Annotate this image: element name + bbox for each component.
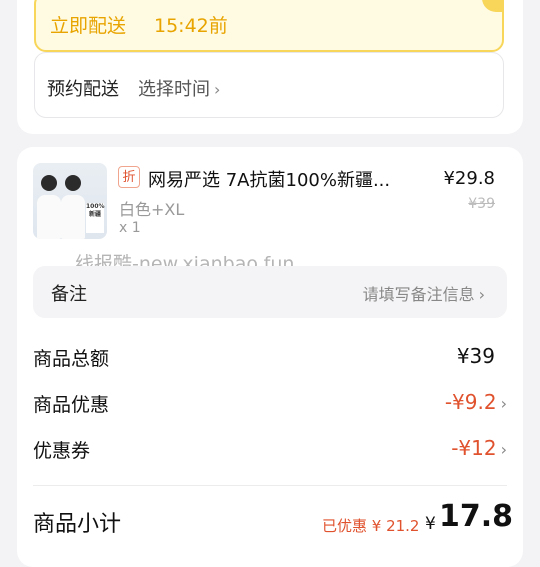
instant-delivery-label: 立即配送	[50, 15, 127, 37]
selected-corner-badge	[482, 0, 504, 12]
model-body-right	[61, 195, 85, 239]
product-price: ¥29.8	[443, 168, 495, 189]
scheduled-delivery-label: 预约配送	[47, 79, 119, 100]
remark-placeholder: 请填写备注信息	[362, 285, 475, 304]
goods-discount-value: -¥9.2	[444, 390, 497, 414]
remark-label: 备注	[51, 284, 87, 305]
divider	[33, 485, 507, 486]
remark-field[interactable]: 备注 请填写备注信息 ›	[33, 266, 507, 318]
model-head-left	[41, 175, 57, 191]
select-time-text: 选择时间	[138, 79, 210, 100]
goods-discount-label: 商品优惠	[33, 394, 110, 416]
subtotal-currency: ¥	[425, 514, 436, 534]
product-title[interactable]: 网易严选 7A抗菌100%新疆...	[148, 166, 390, 192]
coupon-row[interactable]: 优惠券 -¥12 ›	[33, 436, 507, 466]
product-spec: 白色+XL	[119, 200, 185, 219]
product-image-label: 100% 新疆	[86, 203, 105, 233]
coupon-value: -¥12	[451, 436, 497, 460]
instant-delivery-time: 15:42前	[154, 15, 228, 37]
chevron-right-icon: ›	[214, 80, 221, 99]
remark-hint-group: 请填写备注信息 ›	[363, 281, 485, 305]
select-time-group: 选择时间 ›	[138, 75, 220, 101]
saved-amount-text: 已优惠 ¥ 21.2	[322, 517, 420, 535]
goods-total-label: 商品总额	[33, 348, 110, 370]
model-body-left	[37, 195, 61, 239]
scheduled-delivery-option[interactable]: 预约配送 选择时间 ›	[34, 52, 504, 118]
chevron-right-icon: ›	[500, 394, 507, 413]
coupon-group: -¥12 ›	[451, 436, 507, 460]
product-quantity: x 1	[119, 220, 141, 236]
model-head-right	[65, 175, 81, 191]
product-image[interactable]: 100% 新疆	[33, 163, 107, 239]
delivery-card: 立即配送 15:42前 预约配送 选择时间 ›	[17, 0, 523, 134]
product-original-price: ¥39	[468, 196, 495, 212]
subtotal-label: 商品小计	[33, 512, 122, 537]
subtotal-value: 17.8	[439, 499, 514, 534]
chevron-right-icon: ›	[478, 285, 485, 304]
goods-discount-row[interactable]: 商品优惠 -¥9.2 ›	[33, 390, 507, 420]
image-tag-line2: 新疆	[88, 211, 101, 218]
goods-total-value: ¥39	[456, 344, 495, 368]
order-card: 100% 新疆 折 网易严选 7A抗菌100%新疆... 白色+XL x 1 ¥…	[17, 147, 523, 567]
goods-discount-group: -¥9.2 ›	[445, 390, 507, 414]
discount-tag: 折	[118, 166, 140, 188]
instant-delivery-option[interactable]: 立即配送 15:42前	[34, 0, 504, 52]
chevron-right-icon: ›	[500, 440, 507, 459]
goods-total-row: 商品总额 ¥39	[33, 344, 507, 374]
image-tag-line1: 100%	[86, 203, 105, 210]
coupon-label: 优惠券	[33, 440, 91, 462]
